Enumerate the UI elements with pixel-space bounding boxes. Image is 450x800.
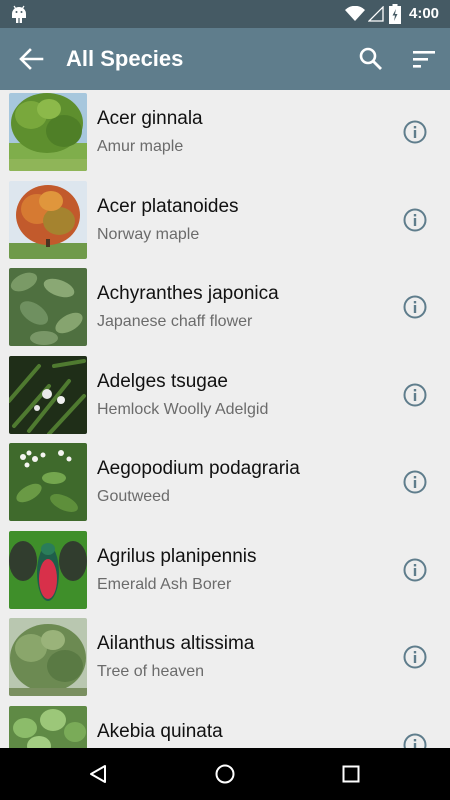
- android-icon: [12, 5, 26, 23]
- signal-icon: [368, 6, 384, 22]
- species-thumbnail: [9, 93, 87, 171]
- common-name: Goutweed: [97, 488, 170, 505]
- info-icon[interactable]: [403, 208, 427, 232]
- info-icon[interactable]: [403, 645, 427, 669]
- list-item[interactable]: Achyranthes japonica Japanese chaff flow…: [0, 265, 450, 353]
- species-list: Acer ginnala Amur maple Acer platanoides…: [0, 90, 450, 748]
- scientific-name: Agrilus planipennis: [97, 545, 257, 567]
- scientific-name: Ailanthus altissima: [97, 633, 255, 654]
- back-arrow-icon[interactable]: [18, 47, 44, 71]
- list-item[interactable]: Aegopodium podagraria Goutweed: [0, 440, 450, 528]
- common-name: Tree of heaven: [97, 663, 205, 680]
- system-nav-bar: [0, 748, 450, 800]
- page-title: All Species: [66, 46, 184, 71]
- scientific-name: Acer ginnala: [97, 108, 203, 129]
- app-bar: All Species: [0, 28, 450, 90]
- species-thumbnail: [9, 705, 87, 748]
- list-item[interactable]: Agrilus planipennis Emerald Ash Borer: [0, 528, 450, 616]
- info-icon[interactable]: [403, 120, 427, 144]
- list-item[interactable]: Akebia quinata: [0, 703, 450, 749]
- list-item[interactable]: Ailanthus altissima Tree of heaven: [0, 615, 450, 703]
- scientific-name: Adelges tsugae: [97, 370, 228, 392]
- list-item[interactable]: Acer platanoides Norway maple: [0, 178, 450, 266]
- scientific-name: Achyranthes japonica: [97, 283, 279, 304]
- list-item[interactable]: Acer ginnala Amur maple: [0, 90, 450, 178]
- species-thumbnail: [9, 618, 87, 696]
- wifi-icon: [345, 6, 365, 21]
- status-bar: 4:00: [0, 0, 450, 28]
- sort-icon[interactable]: [411, 48, 437, 70]
- home-circle-icon[interactable]: [214, 763, 236, 785]
- info-icon[interactable]: [403, 470, 427, 494]
- scientific-name: Aegopodium podagraria: [97, 458, 300, 479]
- scientific-name: Akebia quinata: [97, 720, 223, 742]
- info-icon[interactable]: [403, 295, 427, 319]
- common-name: Japanese chaff flower: [97, 313, 253, 330]
- list-item[interactable]: Adelges tsugae Hemlock Woolly Adelgid: [0, 353, 450, 441]
- species-thumbnail: [9, 530, 87, 609]
- info-icon[interactable]: [403, 383, 427, 407]
- common-name: Emerald Ash Borer: [97, 575, 232, 593]
- recents-square-icon[interactable]: [342, 765, 360, 783]
- back-triangle-icon[interactable]: [88, 764, 108, 784]
- common-name: Norway maple: [97, 225, 200, 243]
- scientific-name: Acer platanoides: [97, 195, 239, 217]
- species-thumbnail: [9, 268, 87, 346]
- common-name: Hemlock Woolly Adelgid: [97, 400, 269, 418]
- species-thumbnail: [9, 180, 87, 259]
- info-icon[interactable]: [403, 733, 427, 749]
- search-icon[interactable]: [358, 46, 384, 72]
- common-name: Amur maple: [97, 138, 184, 155]
- battery-icon: [389, 4, 401, 24]
- species-thumbnail: [9, 443, 87, 521]
- info-icon[interactable]: [403, 558, 427, 582]
- species-thumbnail: [9, 355, 87, 434]
- status-time: 4:00: [409, 5, 440, 22]
